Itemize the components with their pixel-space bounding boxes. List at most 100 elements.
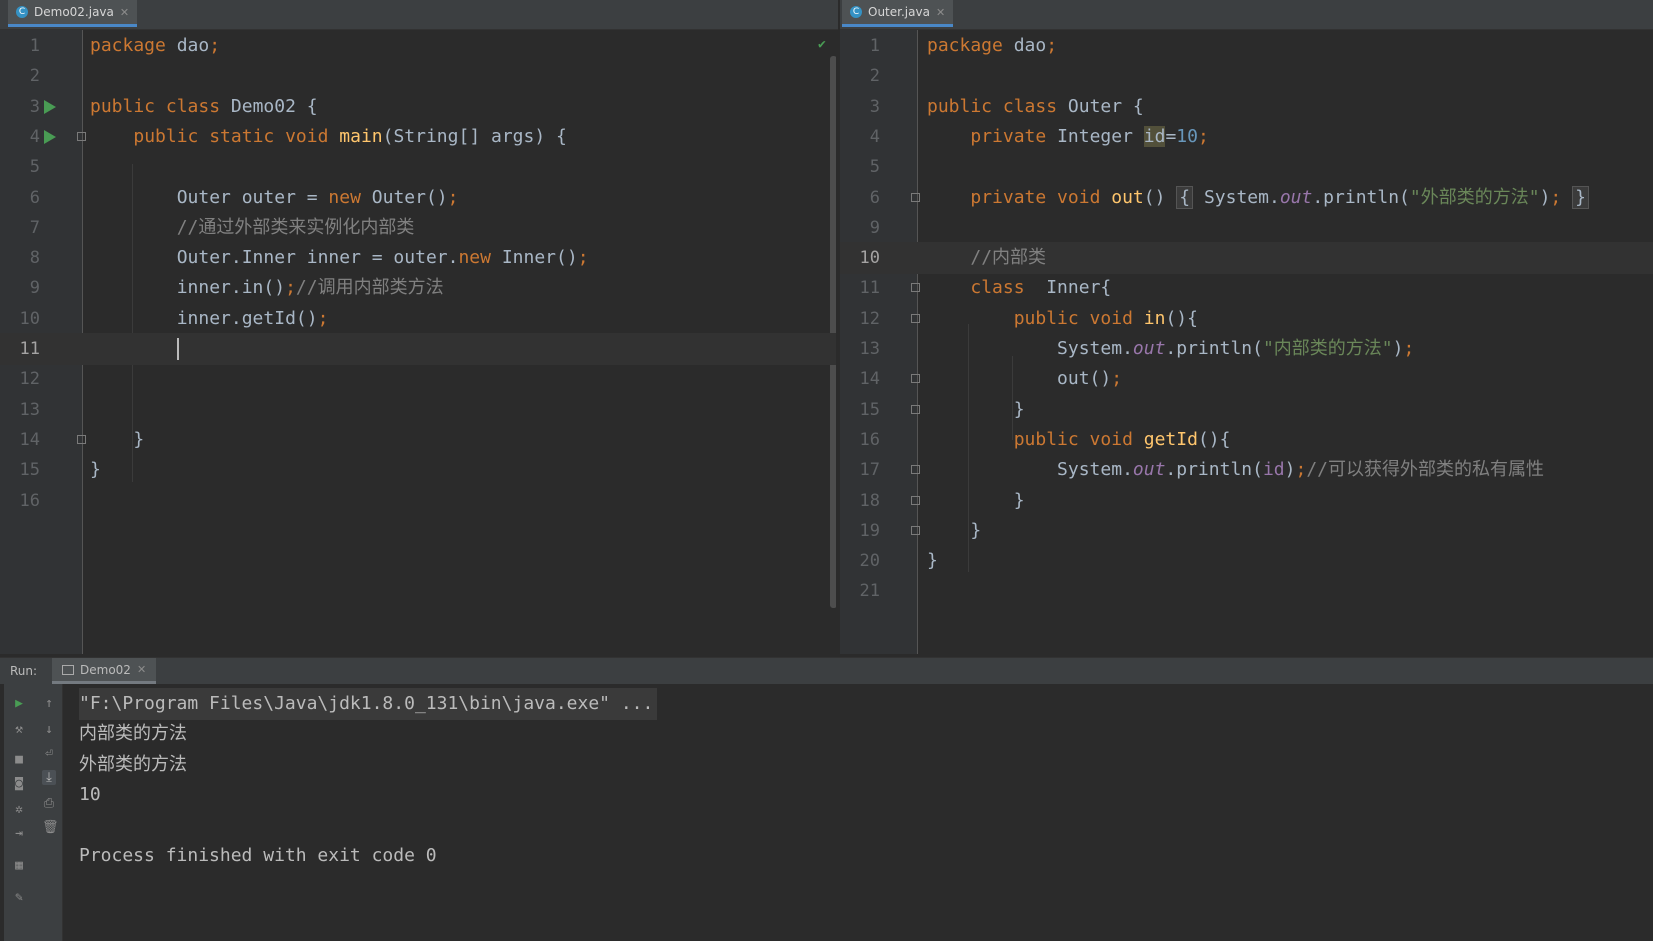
left-tab-bar: C Demo02.java ✕ [0,0,838,30]
code-line[interactable]: 2 [840,60,1653,92]
print-icon[interactable]: ⎙ [42,796,56,811]
fold-icon[interactable] [77,434,86,444]
close-icon[interactable]: ✕ [120,6,129,19]
code-line[interactable]: 20} [840,545,1653,577]
code-token: dao [165,35,210,56]
code-text: out(); [927,363,1122,395]
wrench-icon[interactable]: ⚒ [12,722,26,737]
line-number: 2 [29,66,40,87]
code-token: Inner() [501,247,578,269]
play-icon[interactable] [44,99,56,114]
line-number: 18 [859,490,880,511]
code-token: id [1143,125,1166,147]
camera-icon[interactable]: ◙ [12,776,26,791]
stop-icon[interactable]: ■ [12,752,26,767]
code-line[interactable]: 15} [0,454,836,486]
code-line[interactable]: 1 package dao; [840,30,1653,62]
code-token: ; [317,307,329,329]
close-icon[interactable]: ✕ [936,6,945,19]
code-line[interactable]: 12 [0,363,836,395]
code-line[interactable]: 5 [840,151,1653,183]
code-token: } [1572,185,1589,209]
code-token: "外部类的方法" [1409,186,1540,208]
code-line[interactable]: 6 Outer outer = new Outer(); [0,182,836,214]
code-line[interactable]: 12 public void in(){ [840,303,1653,335]
code-line[interactable]: 6 private void out() { System.out.printl… [840,182,1653,214]
scroll-to-end-icon[interactable]: ⤓ [42,770,56,785]
code-line[interactable]: 9 [840,212,1653,244]
arrow-up-icon[interactable]: ↑ [42,696,56,711]
fold-icon[interactable] [911,404,920,414]
code-line[interactable]: 5 [0,151,836,183]
close-icon[interactable]: ✕ [137,663,146,676]
code-line[interactable]: 11 class Inner{ [840,272,1653,304]
code-line[interactable]: 4 public static void main(String[] args)… [0,121,836,153]
play-icon[interactable] [44,129,56,144]
fold-icon[interactable] [911,495,920,505]
code-token: inner.in() [90,277,286,299]
code-text: Outer outer = new Outer(); [90,182,459,214]
run-tab-demo02[interactable]: Demo02 ✕ [52,658,157,684]
tab-demo02-java[interactable]: C Demo02.java ✕ [8,0,138,27]
code-line[interactable]: 1 package dao; [0,30,836,62]
code-line[interactable]: 21 [840,575,1653,607]
code-line[interactable]: 8 Outer.Inner inner = outer.new Inner(); [0,242,836,274]
code-line[interactable]: 13 System.out.println("内部类的方法"); [840,333,1653,365]
fold-icon[interactable] [911,465,920,475]
code-token: ; [209,35,221,56]
fold-icon[interactable] [911,283,920,293]
code-line[interactable]: 18 } [840,485,1653,517]
fold-icon[interactable] [77,131,86,141]
exit-icon[interactable]: ⇥ [12,826,26,841]
code-token: out [1279,186,1313,208]
code-line[interactable]: 16 [0,485,836,517]
code-line[interactable]: 4 private Integer id=10; [840,121,1653,153]
fold-icon[interactable] [911,374,920,384]
code-line[interactable]: 14 out(); [840,363,1653,395]
debug-icon[interactable]: ✲ [12,802,26,817]
code-text: //通过外部类来实例化内部类 [90,212,415,244]
code-line[interactable]: 3 public class Outer { [840,91,1653,123]
layout-icon[interactable]: ▦ [12,858,26,873]
code-token: out [1132,338,1166,359]
code-line[interactable]: 10 //内部类 [840,242,1653,275]
soft-wrap-icon[interactable]: ⏎ [42,746,56,761]
code-line[interactable]: 10 inner.getId(); [0,303,836,335]
code-line[interactable]: 11 [0,333,836,365]
code-token: id [1262,459,1285,481]
code-token: public void [1013,428,1144,450]
code-text: inner.getId(); [90,303,329,335]
fold-icon[interactable] [911,192,920,202]
editor-outer[interactable]: 1 package dao; 2 3 public class Outer {4 pri… [840,30,1653,654]
trash-icon[interactable]: 🗑 [42,820,59,835]
fold-icon[interactable] [911,525,920,535]
rerun-icon[interactable]: ▶ [12,696,26,711]
tab-outer-java[interactable]: C Outer.java ✕ [842,0,954,27]
code-line[interactable]: 19 } [840,515,1653,547]
run-console[interactable]: ▶ ⚒ ■ ◙ ✲ ⇥ ▦ ✎ ↑ ↓ ⏎ ⤓ ⎙ 🗑 "F:\Program … [0,684,1653,941]
code-token: in [1143,307,1166,329]
code-line[interactable]: 13 [0,394,836,426]
console-output-line: 内部类的方法 [79,723,187,745]
code-line[interactable]: 14 } [0,424,836,456]
code-line[interactable]: 7 //通过外部类来实例化内部类 [0,212,836,244]
fold-icon[interactable] [911,313,920,323]
arrow-down-icon[interactable]: ↓ [42,722,56,737]
pin-icon[interactable]: ✎ [12,890,26,905]
code-token: new [328,186,372,208]
line-number: 5 [29,157,40,178]
right-tab-bar: C Outer.java ✕ [840,0,1653,30]
code-line[interactable]: 16 public void getId(){ [840,424,1653,456]
editor-demo02[interactable]: ✔ 1 package dao; 2 3 public class Demo02 {4 … [0,30,836,654]
code-line[interactable]: 17 System.out.println(id);//可以获得外部类的私有属性 [840,454,1653,486]
code-token: ; [447,186,459,208]
code-token: ; [577,247,589,269]
line-number: 3 [869,96,880,117]
code-line[interactable]: 15 } [840,394,1653,426]
code-line[interactable]: 2 [0,60,836,92]
code-token: //调用内部类方法 [295,277,444,299]
code-line[interactable]: 9 inner.in();//调用内部类方法 [0,272,836,304]
code-line[interactable]: 3 public class Demo02 { [0,91,836,123]
